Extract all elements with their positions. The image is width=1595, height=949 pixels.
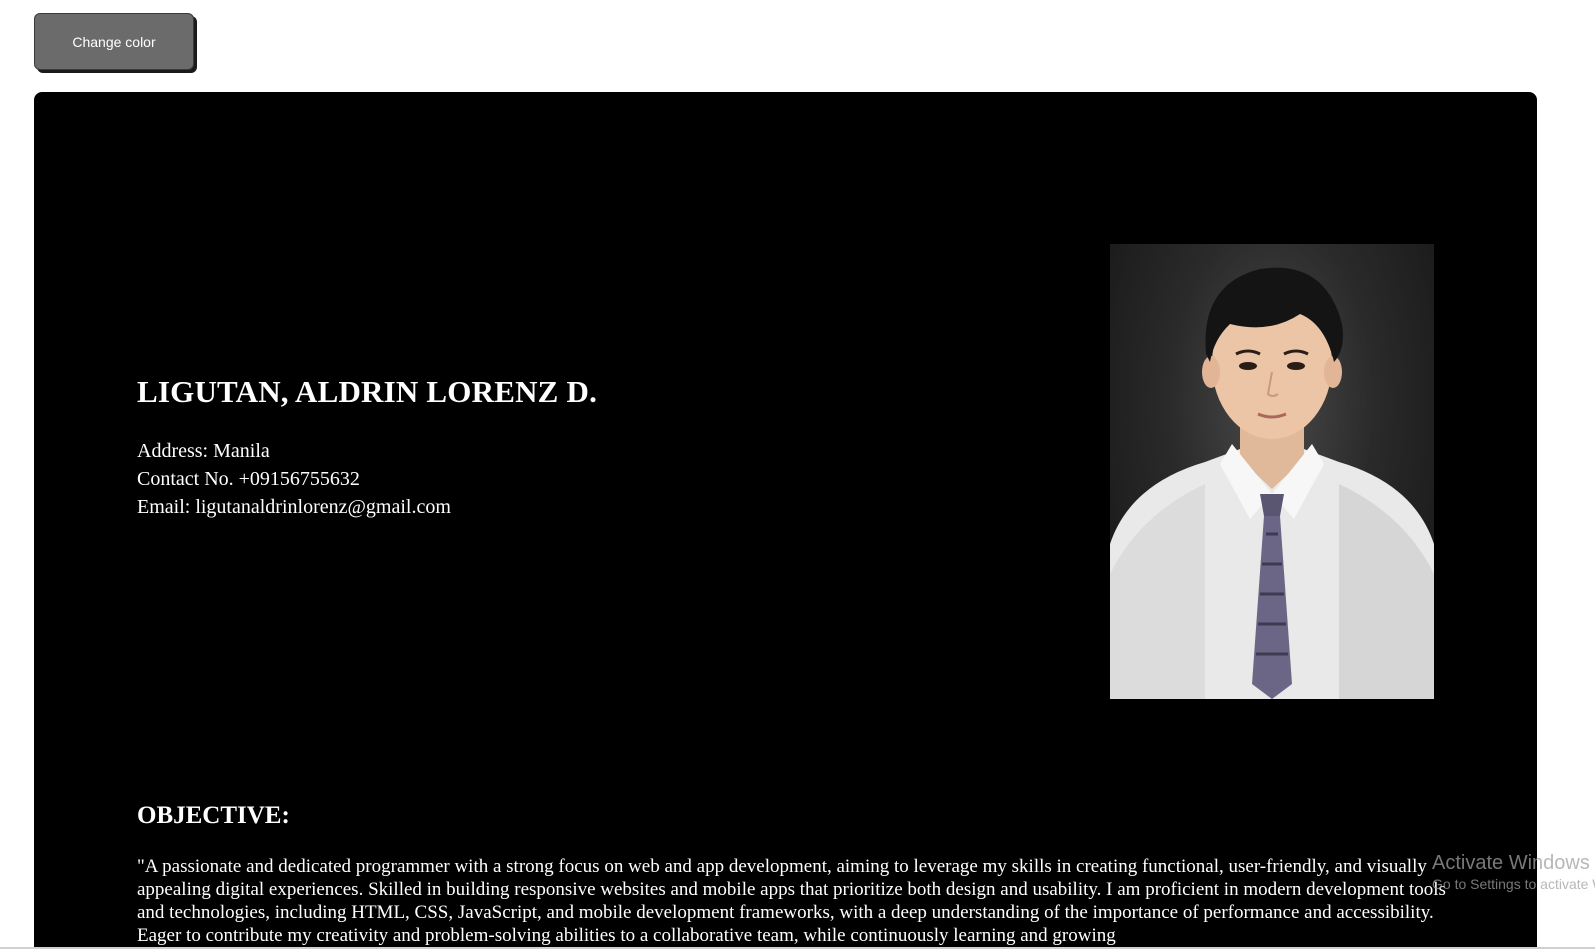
- change-color-button[interactable]: Change color: [34, 13, 194, 70]
- contact-number-text: Contact No. +09156755632: [137, 468, 360, 490]
- address-text: Address: Manila: [137, 440, 270, 462]
- objective-paragraph: "A passionate and dedicated programmer w…: [137, 856, 1446, 946]
- portrait-illustration: [1110, 267, 1434, 699]
- resume-card: LIGUTAN, ALDRIN LORENZ D. Address: Manil…: [34, 92, 1537, 949]
- contact-info: Address: Manila Contact No. +09156755632…: [137, 437, 451, 521]
- objective-heading: OBJECTIVE:: [137, 802, 290, 829]
- resume-name: LIGUTAN, ALDRIN LORENZ D.: [137, 374, 598, 409]
- email-text: Email: ligutanaldrinlorenz@gmail.com: [137, 496, 451, 518]
- profile-photo: [1110, 244, 1434, 699]
